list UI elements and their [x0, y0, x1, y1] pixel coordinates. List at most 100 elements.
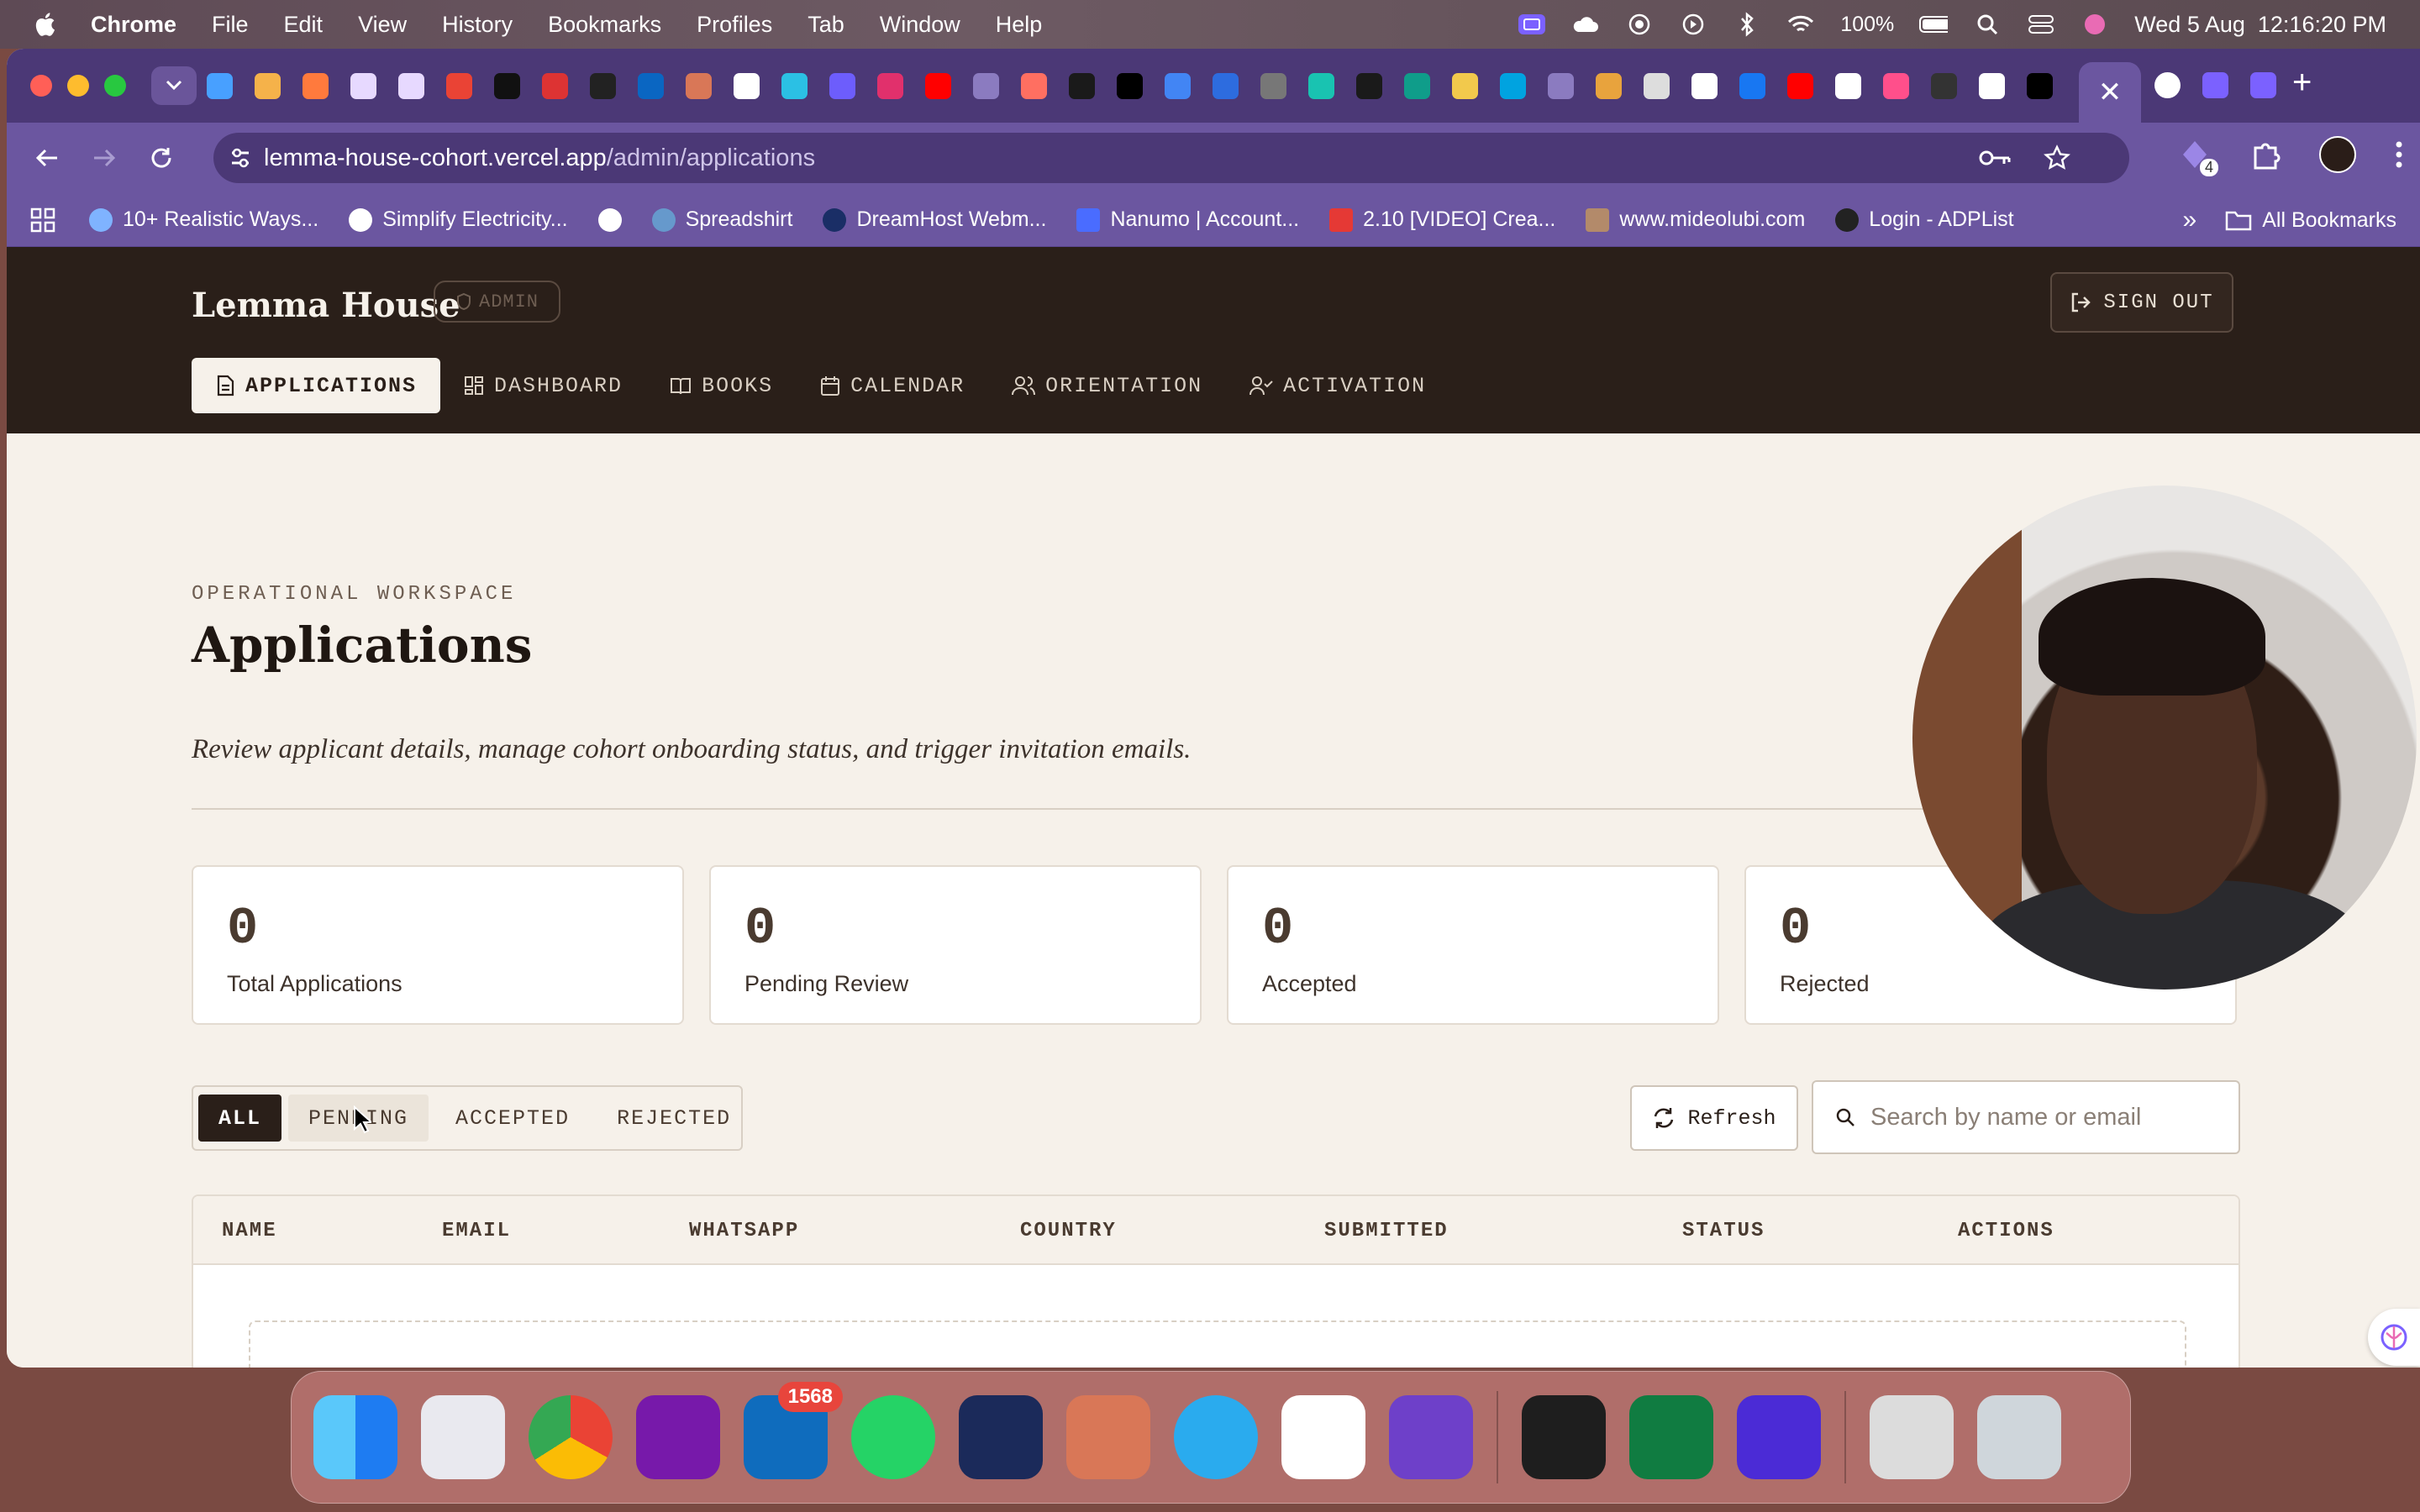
nav-tab-applications[interactable]: APPLICATIONS [192, 358, 441, 413]
bookmark-item[interactable]: www.mideolubi.com [1586, 207, 1805, 232]
reload-button[interactable] [145, 141, 178, 175]
tab-favicon-gmail[interactable] [446, 72, 472, 99]
nav-tab-orientation[interactable]: ORIENTATION [988, 358, 1226, 413]
site-info-icon[interactable] [229, 146, 252, 170]
profile-avatar[interactable] [2319, 136, 2356, 173]
tab-favicon[interactable] [207, 72, 233, 99]
bookmark-item[interactable]: 2.10 [VIDEO] Crea... [1329, 207, 1555, 232]
tab-favicon[interactable] [734, 72, 760, 99]
bookmark-item[interactable]: Login - ADPList [1835, 207, 2014, 232]
tab-favicon[interactable] [542, 72, 568, 99]
tab-favicon[interactable] [494, 72, 520, 99]
nav-tab-calendar[interactable]: CALENDAR [797, 358, 988, 413]
bookmark-item[interactable]: Spreadshirt [651, 207, 792, 232]
menu-window[interactable]: Window [880, 12, 960, 38]
column-header-status[interactable]: STATUS [1682, 1220, 1765, 1242]
menu-profiles[interactable]: Profiles [697, 12, 772, 38]
nav-tab-activation[interactable]: ACTIVATION [1226, 358, 1449, 413]
tab-search-button[interactable] [151, 66, 197, 105]
dock-excel-icon[interactable] [1629, 1395, 1713, 1479]
dock-finder-icon[interactable] [313, 1395, 397, 1479]
tab-favicon-google[interactable] [1835, 72, 1861, 99]
tab-favicon[interactable] [1308, 72, 1334, 99]
column-header-country[interactable]: COUNTRY [1020, 1220, 1117, 1242]
tab-favicon[interactable] [1883, 72, 1909, 99]
bookmark-item-globe[interactable] [597, 207, 622, 232]
column-header-name[interactable]: NAME [222, 1220, 277, 1242]
zoom-window-button[interactable] [104, 75, 126, 97]
tab-favicon[interactable] [1356, 72, 1382, 99]
password-key-icon[interactable] [1978, 146, 2012, 170]
spotlight-search-icon[interactable] [1973, 10, 2002, 39]
column-header-actions[interactable]: ACTIONS [1958, 1220, 2054, 1242]
cloud-icon[interactable] [1571, 10, 1600, 39]
tab-favicon-calendar[interactable] [255, 72, 281, 99]
menu-tab[interactable]: Tab [808, 12, 844, 38]
apps-grid-icon[interactable] [30, 207, 55, 233]
bookmark-item[interactable]: DreamHost Webm... [823, 207, 1046, 232]
tab-favicon[interactable] [1691, 72, 1718, 99]
menu-app-name[interactable]: Chrome [91, 12, 176, 38]
bookmark-star-icon[interactable] [2044, 144, 2070, 171]
new-tab-button[interactable]: + [2292, 64, 2312, 102]
tab-favicon[interactable] [1117, 72, 1143, 99]
active-tab[interactable]: ✕ [2079, 62, 2141, 123]
close-tab-icon[interactable]: ✕ [2098, 76, 2123, 109]
dock-terminal-icon[interactable] [1522, 1395, 1606, 1479]
filter-accepted-button[interactable]: ACCEPTED [435, 1095, 590, 1142]
dock-onenote-icon[interactable] [636, 1395, 720, 1479]
dock-chatgpt-icon[interactable] [1281, 1395, 1365, 1479]
all-bookmarks-folder[interactable]: All Bookmarks [2225, 208, 2396, 233]
webcam-overlay[interactable] [1912, 486, 2417, 990]
address-bar[interactable]: lemma-house-cohort.vercel.app/admin/appl… [213, 133, 2129, 183]
tab-favicon[interactable] [1596, 72, 1622, 99]
dock-whatsapp-icon[interactable] [851, 1395, 935, 1479]
dock-arc-icon[interactable] [959, 1395, 1043, 1479]
menu-file[interactable]: File [212, 12, 249, 38]
tab-favicon[interactable] [2202, 72, 2228, 98]
tab-favicon[interactable] [1260, 72, 1286, 99]
filter-rejected-button[interactable]: REJECTED [597, 1095, 751, 1142]
menu-bookmarks[interactable]: Bookmarks [548, 12, 661, 38]
menu-edit[interactable]: Edit [284, 12, 324, 38]
siri-icon[interactable] [2081, 10, 2109, 39]
nav-tab-books[interactable]: BOOKS [646, 358, 797, 413]
tab-favicon[interactable] [2250, 72, 2276, 98]
extensions-puzzle-icon[interactable] [2250, 139, 2281, 170]
dock-telegram-icon[interactable] [1174, 1395, 1258, 1479]
tab-favicon-facebook[interactable] [1739, 72, 1765, 99]
minimize-window-button[interactable] [67, 75, 89, 97]
dock-trash-icon[interactable] [1977, 1395, 2061, 1479]
bookmark-item[interactable]: Simplify Electricity... [349, 207, 568, 232]
tab-favicon[interactable] [590, 72, 616, 99]
dock-chrome-icon[interactable] [529, 1395, 613, 1479]
tab-favicon[interactable] [1069, 72, 1095, 99]
battery-icon[interactable] [1919, 10, 1949, 39]
play-icon[interactable] [1679, 10, 1707, 39]
bookmark-item[interactable]: Nanumo | Account... [1076, 207, 1299, 232]
tab-favicon[interactable] [1500, 72, 1526, 99]
tab-favicon[interactable] [1165, 72, 1191, 99]
dock-downloads-stack-icon[interactable] [1870, 1395, 1954, 1479]
tab-favicon[interactable] [1404, 72, 1430, 99]
tab-favicon[interactable] [302, 72, 329, 99]
column-header-whatsapp[interactable]: WHATSAPP [689, 1220, 799, 1242]
tab-favicon-linkedin[interactable] [638, 72, 664, 99]
tab-favicon[interactable] [1548, 72, 1574, 99]
tab-favicon[interactable] [829, 72, 855, 99]
nav-tab-dashboard[interactable]: DASHBOARD [440, 358, 646, 413]
back-button[interactable] [30, 141, 64, 175]
brand-title[interactable]: Lemma House [192, 286, 460, 325]
dock-grammarly-icon[interactable] [1737, 1395, 1821, 1479]
tab-favicon[interactable] [350, 72, 376, 99]
menu-help[interactable]: Help [996, 12, 1043, 38]
tab-favicon[interactable] [398, 72, 424, 99]
control-center-icon[interactable] [2027, 10, 2055, 39]
tab-favicon[interactable] [1213, 72, 1239, 99]
tab-favicon[interactable] [1452, 72, 1478, 99]
tab-favicon-google[interactable] [2154, 72, 2181, 98]
sign-out-button[interactable]: SIGN OUT [2050, 272, 2233, 333]
more-bookmarks-chevron-icon[interactable]: » [2183, 206, 2197, 234]
menu-clock[interactable]: Wed 5 Aug 12:16:20 PM [2134, 12, 2386, 38]
dock-github-desktop-icon[interactable] [1389, 1395, 1473, 1479]
